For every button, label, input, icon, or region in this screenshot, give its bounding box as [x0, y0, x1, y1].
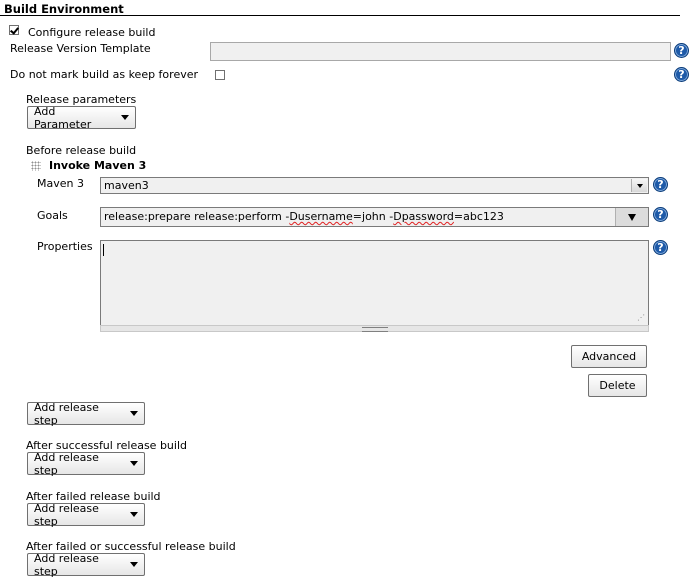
add-release-step-before-button[interactable]: Add release step — [27, 400, 145, 427]
add-release-step-success-button[interactable]: Add release step — [27, 450, 145, 477]
keep-forever-checkbox[interactable] — [215, 70, 225, 80]
maven-label: Maven 3 — [37, 177, 84, 190]
before-release-label: Before release build — [26, 144, 137, 157]
section-title: Build Environment — [4, 2, 124, 16]
chevron-down-icon — [631, 179, 647, 192]
add-release-step-any-button[interactable]: Add release step — [27, 551, 145, 578]
release-version-template-input[interactable] — [210, 42, 671, 61]
goals-text-misspelled: Dpassword — [393, 210, 454, 223]
add-release-step-failed-button[interactable]: Add release step — [27, 501, 145, 528]
dropdown-arrow-icon — [130, 411, 138, 416]
add-release-step-label: Add release step — [34, 450, 99, 477]
advanced-button[interactable]: Advanced — [571, 345, 647, 368]
resize-grip-icon[interactable]: ⋰ — [637, 313, 645, 322]
delete-button[interactable]: Delete — [588, 374, 647, 397]
configure-release-checkbox[interactable] — [9, 25, 19, 35]
text-cursor — [103, 244, 104, 256]
add-release-step-label: Add release step — [34, 400, 99, 427]
keep-forever-label: Do not mark build as keep forever — [10, 68, 199, 81]
textarea-resize-handle[interactable] — [100, 325, 649, 332]
add-parameter-button[interactable]: Add Parameter — [27, 104, 136, 131]
dropdown-arrow-icon — [130, 512, 138, 517]
drag-handle-icon[interactable] — [31, 161, 41, 171]
release-version-template-label: Release Version Template — [10, 42, 151, 55]
help-icon[interactable]: ? — [653, 240, 668, 255]
help-icon[interactable]: ? — [653, 177, 668, 192]
goals-label: Goals — [37, 209, 68, 222]
goals-text: =john - — [352, 210, 394, 223]
dropdown-arrow-icon — [121, 115, 129, 120]
dropdown-arrow-icon — [130, 461, 138, 466]
help-icon[interactable]: ? — [653, 207, 668, 222]
add-parameter-label: Add Parameter — [34, 104, 92, 131]
section-divider — [0, 15, 680, 16]
goals-text: =abc123 — [453, 210, 504, 223]
goals-input[interactable]: release:prepare release:perform -Duserna… — [100, 207, 649, 227]
configure-release-label: Configure release build — [28, 26, 156, 39]
properties-label: Properties — [37, 240, 93, 253]
add-release-step-label: Add release step — [34, 551, 99, 578]
maven-select[interactable]: maven3 — [100, 177, 649, 194]
step-title: Invoke Maven 3 — [49, 159, 147, 172]
maven-select-value: maven3 — [104, 179, 149, 192]
goals-text: release:prepare release:perform - — [104, 210, 290, 223]
expand-arrow-icon[interactable] — [615, 208, 648, 226]
dropdown-arrow-icon — [130, 562, 138, 567]
help-icon[interactable]: ? — [674, 43, 689, 58]
help-icon[interactable]: ? — [674, 67, 689, 82]
goals-text-misspelled: Dusername — [289, 210, 353, 223]
add-release-step-label: Add release step — [34, 501, 99, 528]
properties-textarea[interactable]: ⋰ — [100, 240, 649, 326]
